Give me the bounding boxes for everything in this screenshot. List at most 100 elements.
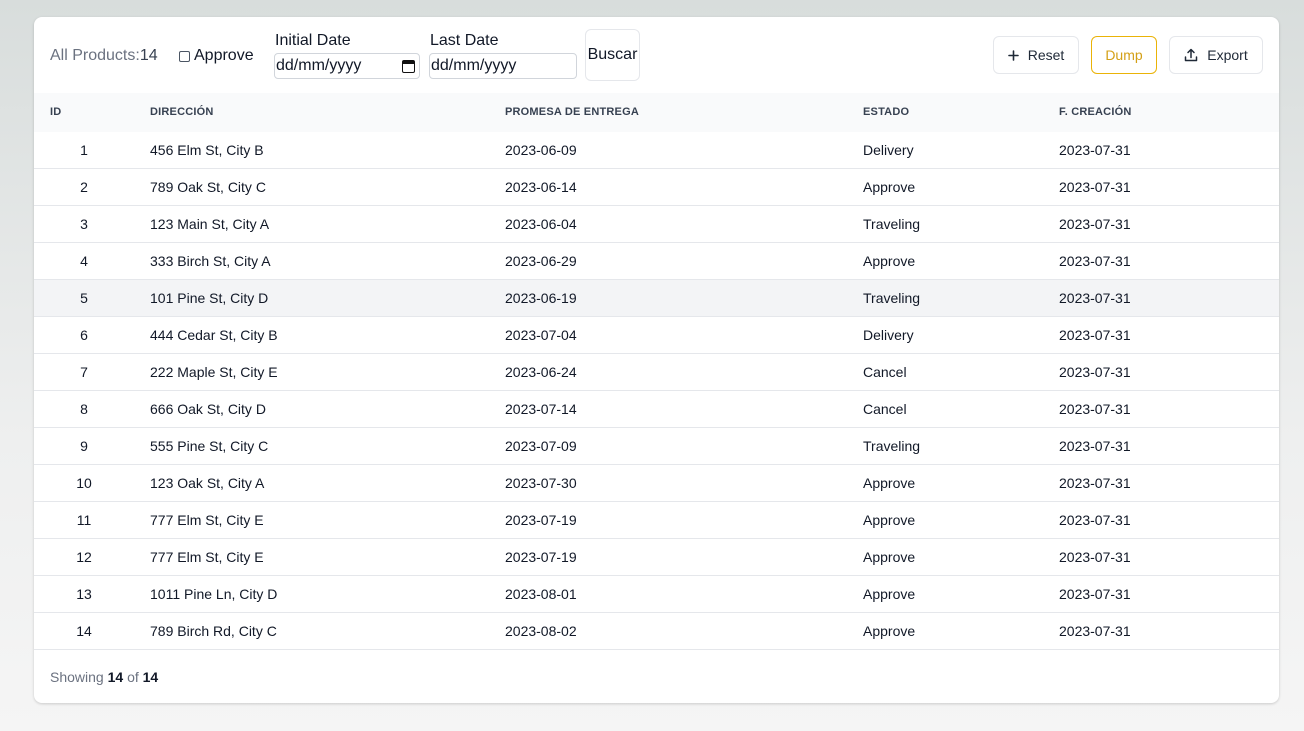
cell-promesa: 2023-06-09 xyxy=(505,142,577,158)
table-row[interactable]: 2 789 Oak St, City C 2023-06-14 Approve 2023… xyxy=(34,169,1279,206)
table-row[interactable]: 10 123 Oak St, City A 2023-07-30 Approve 202… xyxy=(34,465,1279,502)
cell-estado: Traveling xyxy=(863,216,921,232)
table-row[interactable]: 3 123 Main St, City A 2023-06-04 Traveling 2… xyxy=(34,206,1279,243)
cell-fecha-creacion: 2023-07-31 xyxy=(1059,142,1131,158)
last-date-group: Last Date dd/mm/yyyy xyxy=(429,32,577,79)
shown-count: 14 xyxy=(107,669,124,685)
cell-id: 12 xyxy=(76,549,92,565)
cell-direccion: 777 Elm St, City E xyxy=(150,512,264,528)
table-row[interactable]: 1 456 Elm St, City B 2023-06-09 Delivery 202… xyxy=(34,132,1279,169)
cell-id: 13 xyxy=(76,586,92,602)
cell-fecha-creacion: 2023-07-31 xyxy=(1059,216,1131,232)
showing-label: Showing xyxy=(50,669,104,685)
cell-id: 10 xyxy=(76,475,92,491)
cell-estado: Approve xyxy=(863,475,916,491)
table-row[interactable]: 11 777 Elm St, City E 2023-07-19 Approve 202… xyxy=(34,502,1279,539)
cell-estado: Delivery xyxy=(863,327,914,343)
cell-promesa: 2023-07-09 xyxy=(505,438,577,454)
total-count: 14 xyxy=(139,47,158,64)
table-row[interactable]: 12 777 Elm St, City E 2023-07-19 Approve 202… xyxy=(34,539,1279,576)
initial-date-group: Initial Date dd/mm/yyyy xyxy=(274,32,420,79)
cell-estado: Approve xyxy=(863,549,916,565)
cell-fecha-creacion: 2023-07-31 xyxy=(1059,327,1131,343)
column-header-fecha-creacion: F. CREACIÓN xyxy=(1059,106,1132,118)
reset-label: Reset xyxy=(1027,47,1065,63)
calendar-icon[interactable] xyxy=(402,59,415,73)
approve-checkbox[interactable] xyxy=(179,50,190,62)
approve-filter[interactable]: Approve xyxy=(179,46,254,66)
table-header: ID DIRECCIÓN PROMESA DE ENTREGA ESTADO F… xyxy=(34,93,1279,132)
cell-direccion: 789 Oak St, City C xyxy=(150,179,266,195)
export-label: Export xyxy=(1207,47,1248,63)
plus-icon xyxy=(1007,49,1019,61)
cell-fecha-creacion: 2023-07-31 xyxy=(1059,586,1131,602)
cell-direccion: 666 Oak St, City D xyxy=(150,401,266,417)
export-button[interactable]: Export xyxy=(1169,36,1263,74)
upload-icon xyxy=(1184,48,1198,62)
cell-estado: Traveling xyxy=(863,290,921,306)
cell-direccion: 555 Pine St, City C xyxy=(150,438,269,454)
cell-promesa: 2023-06-24 xyxy=(505,364,577,380)
last-date-input[interactable]: dd/mm/yyyy xyxy=(429,53,577,79)
column-header-id: ID xyxy=(50,106,62,118)
cell-fecha-creacion: 2023-07-31 xyxy=(1059,401,1131,417)
table-row[interactable]: 13 1011 Pine Ln, City D 2023-08-01 Approve 2… xyxy=(34,576,1279,613)
cell-promesa: 2023-06-19 xyxy=(505,290,577,306)
cell-direccion: 333 Birch St, City A xyxy=(150,253,271,269)
total-label: All Products: xyxy=(50,47,140,64)
cell-direccion: 222 Maple St, City E xyxy=(150,364,278,380)
cell-promesa: 2023-08-01 xyxy=(505,586,577,602)
total-count-footer: 14 xyxy=(142,669,159,685)
cell-direccion: 101 Pine St, City D xyxy=(150,290,269,306)
table-row[interactable]: 4 333 Birch St, City A 2023-06-29 Approve 20… xyxy=(34,243,1279,280)
cell-estado: Approve xyxy=(863,512,916,528)
toolbar: All Products:14 Approve Initial Date dd/… xyxy=(34,17,1279,93)
cell-id: 5 xyxy=(80,290,88,306)
reset-button[interactable]: Reset xyxy=(993,36,1079,74)
cell-direccion: 444 Cedar St, City B xyxy=(150,327,278,343)
table-row[interactable]: 7 222 Maple St, City E 2023-06-24 Cancel 202… xyxy=(34,354,1279,391)
cell-estado: Approve xyxy=(863,253,916,269)
cell-promesa: 2023-07-19 xyxy=(505,549,577,565)
cell-direccion: 1011 Pine Ln, City D xyxy=(150,586,278,602)
cell-id: 11 xyxy=(76,512,92,528)
initial-date-placeholder: dd/mm/yyyy xyxy=(276,57,362,74)
cell-direccion: 789 Birch Rd, City C xyxy=(150,623,277,639)
cell-id: 6 xyxy=(80,327,88,343)
cell-id: 14 xyxy=(76,623,92,639)
column-header-direccion: DIRECCIÓN xyxy=(150,106,214,118)
initial-date-input[interactable]: dd/mm/yyyy xyxy=(274,53,420,79)
column-header-promesa: PROMESA DE ENTREGA xyxy=(505,106,639,118)
cell-estado: Cancel xyxy=(863,401,907,417)
cell-estado: Cancel xyxy=(863,364,907,380)
products-card: All Products:14 Approve Initial Date dd/… xyxy=(34,17,1279,703)
cell-promesa: 2023-07-30 xyxy=(505,475,577,491)
table-row[interactable]: 8 666 Oak St, City D 2023-07-14 Cancel 2023-… xyxy=(34,391,1279,428)
cell-fecha-creacion: 2023-07-31 xyxy=(1059,253,1131,269)
table-row[interactable]: 14 789 Birch Rd, City C 2023-08-02 Approve 2… xyxy=(34,613,1279,650)
cell-promesa: 2023-07-04 xyxy=(505,327,577,343)
last-date-label: Last Date xyxy=(430,32,499,49)
dump-button[interactable]: Dump xyxy=(1091,36,1157,74)
cell-id: 9 xyxy=(80,438,88,454)
cell-estado: Traveling xyxy=(863,438,921,454)
approve-label: Approve xyxy=(194,47,254,64)
cell-fecha-creacion: 2023-07-31 xyxy=(1059,475,1131,491)
search-button[interactable]: Buscar xyxy=(585,29,640,81)
of-label: of xyxy=(127,669,139,685)
cell-fecha-creacion: 2023-07-31 xyxy=(1059,512,1131,528)
total-products: All Products:14 xyxy=(50,46,158,66)
cell-promesa: 2023-06-14 xyxy=(505,179,577,195)
cell-promesa: 2023-06-04 xyxy=(505,216,577,232)
table-row[interactable]: 6 444 Cedar St, City B 2023-07-04 Delivery 2… xyxy=(34,317,1279,354)
column-header-estado: ESTADO xyxy=(863,106,910,118)
table-row[interactable]: 9 555 Pine St, City C 2023-07-09 Traveling 2… xyxy=(34,428,1279,465)
cell-id: 3 xyxy=(80,216,88,232)
cell-promesa: 2023-07-19 xyxy=(505,512,577,528)
cell-id: 2 xyxy=(80,179,88,195)
cell-estado: Approve xyxy=(863,179,916,195)
cell-fecha-creacion: 2023-07-31 xyxy=(1059,364,1131,380)
cell-fecha-creacion: 2023-07-31 xyxy=(1059,290,1131,306)
cell-estado: Delivery xyxy=(863,142,914,158)
table-row[interactable]: 5 101 Pine St, City D 2023-06-19 Traveling 2… xyxy=(34,280,1279,317)
